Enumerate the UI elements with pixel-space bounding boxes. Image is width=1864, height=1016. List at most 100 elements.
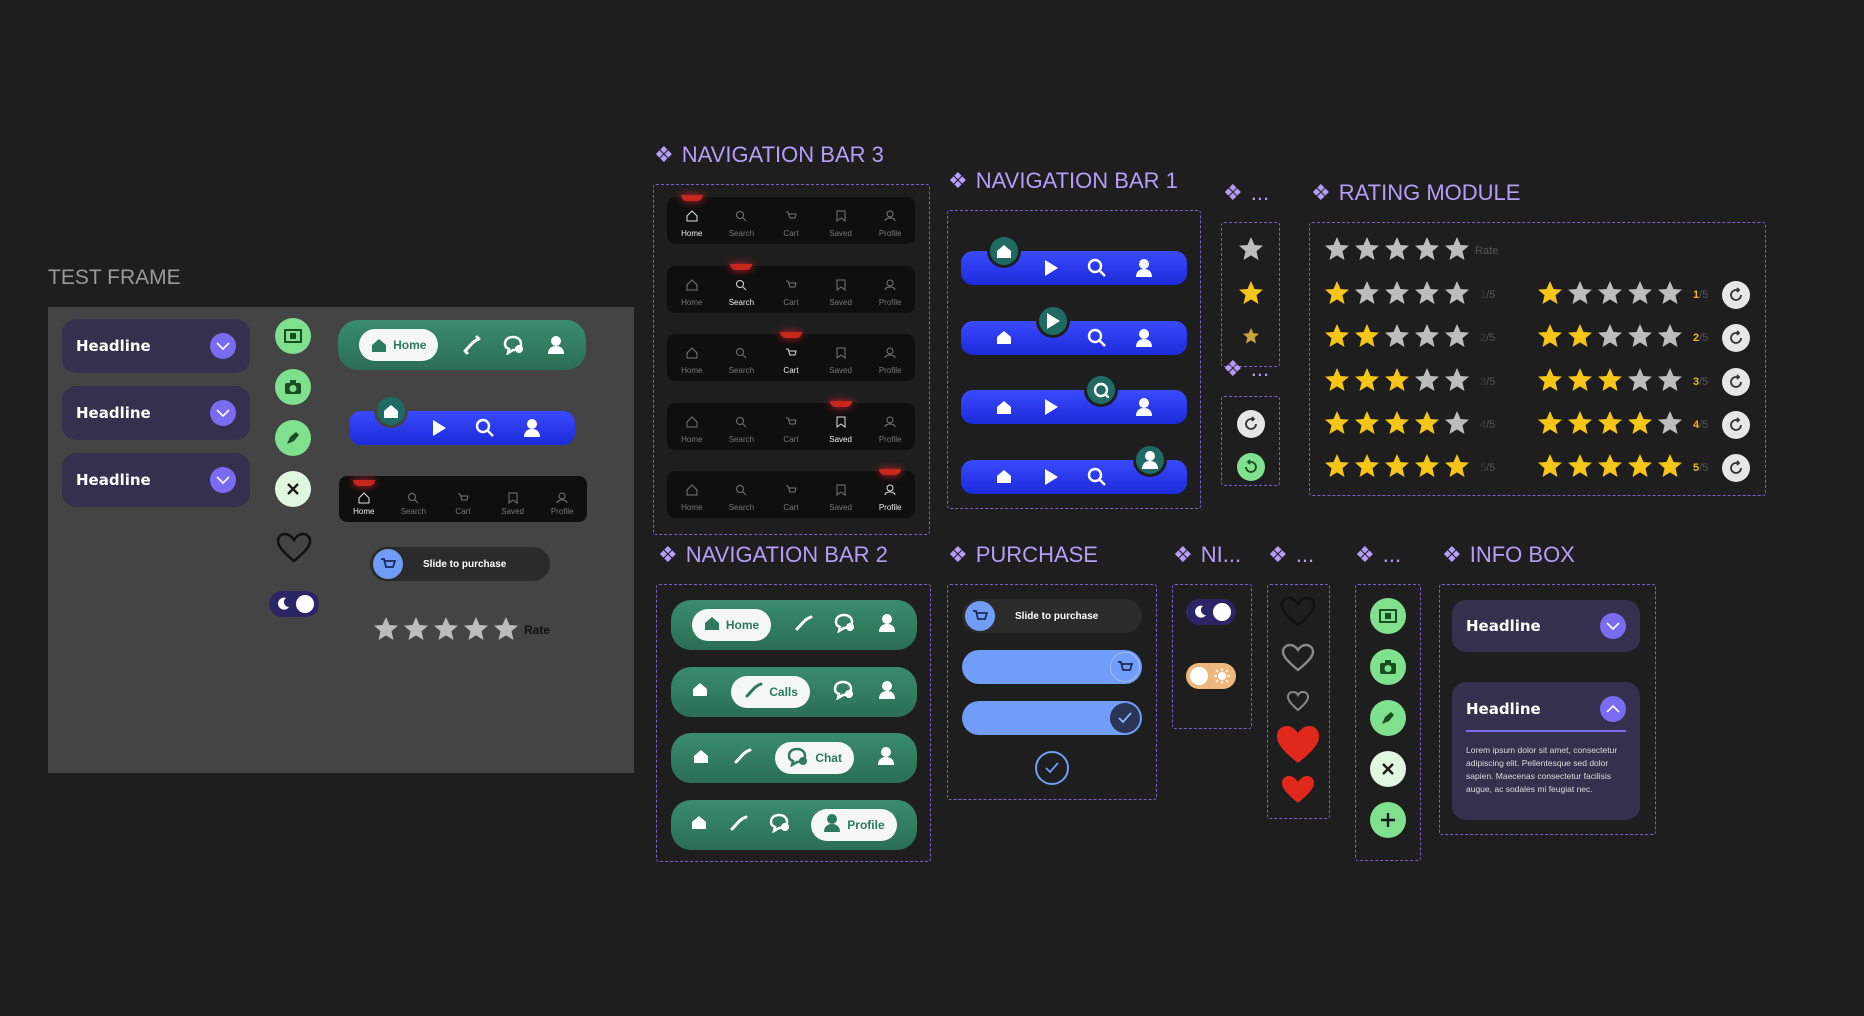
rating-row-empty[interactable]	[1324, 236, 1470, 266]
chat-icon[interactable]	[833, 680, 855, 704]
rating-row[interactable]: 5/5	[1537, 453, 1751, 483]
home-icon[interactable]	[993, 330, 1015, 345]
user-icon[interactable]	[1133, 258, 1155, 278]
star-icon[interactable]	[1537, 367, 1563, 397]
star-icon[interactable]	[1414, 367, 1440, 397]
star-icon[interactable]	[1444, 236, 1470, 266]
nav-item-home[interactable]: Home	[672, 344, 712, 375]
nav-active-pill[interactable]: Profile	[811, 808, 897, 841]
nav-item-home[interactable]: Home	[672, 195, 712, 238]
star-icon[interactable]	[433, 616, 459, 646]
close-button[interactable]	[275, 471, 311, 507]
nav-item-cart[interactable]: Cart	[771, 332, 811, 375]
star-icon[interactable]	[1354, 410, 1380, 440]
camera-button[interactable]	[275, 369, 311, 405]
nav-item-saved[interactable]: Saved	[821, 276, 861, 307]
play-icon[interactable]	[1040, 398, 1062, 416]
heart-filled-small-icon[interactable]	[1280, 774, 1316, 806]
star-icon[interactable]	[1657, 453, 1683, 483]
rating-row[interactable]: 4/5	[1324, 410, 1495, 440]
star-icon[interactable]	[1657, 323, 1683, 353]
accordion-headline[interactable]: Headline	[62, 386, 250, 440]
nav1-active-bubble[interactable]	[987, 234, 1021, 268]
cart-icon[interactable]	[373, 549, 403, 579]
play-icon[interactable]	[1040, 259, 1062, 277]
star-icon[interactable]	[1354, 453, 1380, 483]
nav-home-pill[interactable]: Home	[359, 329, 439, 361]
star-icon[interactable]	[1657, 367, 1683, 397]
chevron-up-icon[interactable]	[1600, 696, 1626, 722]
home-icon[interactable]	[993, 469, 1015, 484]
phone-icon[interactable]	[793, 613, 813, 637]
nav-item-home[interactable]: Home	[672, 481, 712, 512]
nav-item-profile[interactable]: Profile	[870, 344, 910, 375]
star-icon[interactable]	[1597, 280, 1623, 310]
nav-item-profile[interactable]: Profile	[870, 413, 910, 444]
rating-row[interactable]: 2/5	[1324, 323, 1495, 353]
star-icon[interactable]	[1627, 410, 1653, 440]
rating-row[interactable]: 5/5	[1324, 453, 1495, 483]
star-icon[interactable]	[1324, 410, 1350, 440]
pen-button[interactable]	[275, 420, 311, 456]
star-icon[interactable]	[373, 616, 399, 646]
pen-button[interactable]	[1370, 700, 1406, 736]
add-button[interactable]	[1370, 802, 1406, 838]
reset-button-active[interactable]	[1237, 453, 1265, 481]
star-icon[interactable]	[1567, 367, 1593, 397]
phone-icon[interactable]	[461, 335, 481, 355]
cart-icon[interactable]	[1110, 652, 1140, 682]
dark-mode-toggle[interactable]	[269, 591, 319, 617]
star-icon[interactable]	[1324, 236, 1350, 266]
film-button[interactable]	[275, 318, 311, 354]
star-icon[interactable]	[1414, 280, 1440, 310]
star-icon[interactable]	[1414, 236, 1440, 266]
nav-item-saved[interactable]: Saved	[821, 207, 861, 238]
nav-item-search[interactable]: Search	[393, 492, 433, 516]
star-icon[interactable]	[1567, 323, 1593, 353]
reset-button[interactable]	[1722, 410, 1751, 439]
star-icon[interactable]	[1567, 280, 1593, 310]
cart-icon[interactable]	[965, 601, 995, 631]
star-icon[interactable]	[1567, 410, 1593, 440]
chat-icon[interactable]	[503, 335, 525, 355]
search-icon[interactable]	[1086, 258, 1108, 278]
user-icon[interactable]	[1133, 397, 1155, 417]
rating-row[interactable]: 3/5	[1537, 367, 1751, 397]
accordion-headline[interactable]: Headline	[62, 453, 250, 507]
search-icon[interactable]	[1086, 328, 1108, 348]
user-icon[interactable]	[523, 418, 541, 438]
star-icon[interactable]	[1414, 453, 1440, 483]
film-button[interactable]	[1370, 598, 1406, 634]
star-icon[interactable]	[1324, 367, 1350, 397]
nav-item-home[interactable]: Home	[672, 413, 712, 444]
nav-active-pill[interactable]: Chat	[775, 742, 854, 774]
star-icon[interactable]	[1537, 323, 1563, 353]
nav1-active-bubble[interactable]	[1084, 373, 1118, 407]
star-icon[interactable]	[1444, 280, 1470, 310]
star-icon[interactable]	[1384, 236, 1410, 266]
nav-item-search[interactable]: Search	[721, 207, 761, 238]
slide-progress[interactable]	[962, 650, 1142, 684]
nav-item-cart[interactable]: Cart	[771, 207, 811, 238]
user-icon[interactable]	[878, 680, 896, 704]
nav-active-pill[interactable]: Home	[691, 609, 772, 641]
nav-item-search[interactable]: Search	[721, 413, 761, 444]
star-icon[interactable]	[1657, 280, 1683, 310]
dark-mode-toggle[interactable]	[1186, 599, 1236, 625]
nav-item-search[interactable]: Search	[721, 263, 761, 307]
star-icon[interactable]	[463, 616, 489, 646]
rating-row[interactable]: 1/5	[1324, 280, 1495, 310]
nav1-active-bubble[interactable]	[1035, 303, 1070, 338]
star-icon[interactable]	[1414, 410, 1440, 440]
reset-button[interactable]	[1722, 281, 1751, 309]
reset-button[interactable]	[1722, 367, 1751, 396]
star-icon[interactable]	[1627, 323, 1653, 353]
home-icon[interactable]	[993, 400, 1015, 415]
heart-outline-icon[interactable]	[276, 532, 312, 564]
star-icon[interactable]	[1384, 367, 1410, 397]
home-icon[interactable]	[692, 682, 708, 701]
play-icon[interactable]	[431, 419, 447, 437]
star-icon[interactable]	[403, 616, 429, 646]
nav-item-profile[interactable]: Profile	[542, 492, 582, 516]
star-icon[interactable]	[1384, 453, 1410, 483]
